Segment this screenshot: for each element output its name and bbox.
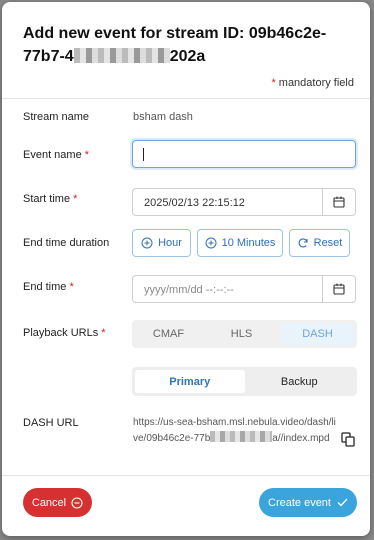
add-hour-button[interactable]: Hour [132,229,191,257]
end-time-label: End time * [23,281,74,293]
redacted-id [210,431,273,442]
playback-urls-label-text: Playback URLs [23,327,99,339]
check-icon [337,498,348,507]
divider [2,98,370,99]
start-time-label: Start time * [23,193,77,205]
add-hour-label: Hour [158,237,182,249]
cancel-label: Cancel [31,496,67,509]
start-time-label-text: Start time [23,193,71,205]
calendar-icon[interactable] [322,189,355,215]
end-time-placeholder: yyyy/mm/dd --:--:-- [144,284,234,296]
create-event-label: Create event [268,496,331,509]
dialog-title-tail: 202a [169,48,206,65]
stream-name-label: Stream name [23,111,90,123]
add-10-minutes-label: 10 Minutes [221,237,276,249]
format-option-hls[interactable]: HLS [205,320,278,348]
required-marker: * [84,149,90,161]
event-name-input[interactable] [132,140,356,168]
mandatory-note-text: mandatory field [278,77,354,89]
variant-option-primary[interactable]: Primary [135,370,245,393]
plus-circle-icon [205,237,217,249]
add-10-minutes-button[interactable]: 10 Minutes [197,229,283,257]
dash-url-label: DASH URL [23,417,79,429]
copy-icon[interactable] [341,432,355,452]
reset-button[interactable]: Reset [289,229,350,257]
add-event-dialog: Add new event for stream ID: 09b46c2e-77… [2,2,370,536]
required-marker: * [271,77,276,89]
redacted-id [73,48,170,63]
dialog-title: Add new event for stream ID: 09b46c2e-77… [23,22,353,68]
refresh-icon [298,238,308,248]
playback-format-selector: CMAF HLS DASH [132,320,357,348]
required-marker: * [69,281,74,293]
dash-url-value: https://us-sea-bsham.msl.nebula.video/da… [133,415,338,447]
start-time-input[interactable]: 2025/02/13 22:15:12 [132,188,356,216]
cancel-button[interactable]: Cancel [23,488,92,517]
reset-label: Reset [313,237,343,249]
format-option-dash[interactable]: DASH [281,323,354,345]
stream-name-value: bsham dash [133,111,193,123]
end-time-input[interactable]: yyyy/mm/dd --:--:-- [132,275,356,303]
playback-urls-label: Playback URLs * [23,327,106,339]
required-marker: * [101,327,106,339]
required-marker: * [73,193,78,205]
variant-selector: Primary Backup [132,367,357,396]
format-option-cmaf[interactable]: CMAF [132,320,205,348]
end-time-label-text: End time [23,281,67,293]
event-name-label: Event name * [23,149,89,161]
dash-url-end: a//index.mpd [272,433,330,444]
minus-circle-icon [71,496,83,509]
divider [2,475,370,476]
start-time-value: 2025/02/13 22:15:12 [144,197,245,209]
variant-option-backup[interactable]: Backup [245,370,355,393]
create-event-button[interactable]: Create event [259,488,357,517]
plus-circle-icon [141,237,153,249]
event-name-label-text: Event name [23,149,82,161]
end-time-duration-label: End time duration [23,237,110,249]
calendar-icon[interactable] [322,276,355,302]
mandatory-note: * mandatory field [271,77,354,89]
text-caret [143,148,144,161]
